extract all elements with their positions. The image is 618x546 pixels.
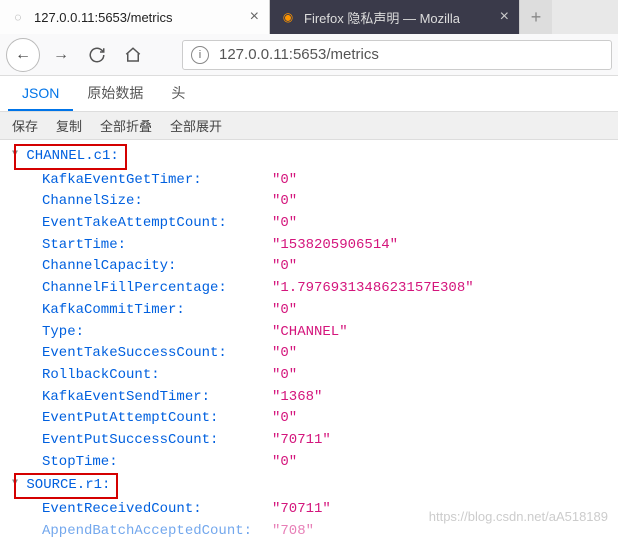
back-button[interactable]: ←: [6, 38, 40, 72]
json-value: "1368": [272, 387, 322, 409]
browser-tab-active[interactable]: ◌ 127.0.0.11:5653/metrics ×: [0, 0, 270, 34]
tab-raw-data[interactable]: 原始数据: [73, 75, 157, 113]
json-key: EventPutAttemptCount:: [42, 408, 272, 430]
json-value: "CHANNEL": [272, 322, 348, 344]
json-key: KafkaEventGetTimer:: [42, 170, 272, 192]
forward-button[interactable]: →: [46, 40, 76, 70]
json-property-row[interactable]: KafkaEventGetTimer:"0": [0, 170, 618, 192]
json-property-row[interactable]: StartTime:"1538205906514": [0, 235, 618, 257]
json-value: "0": [272, 408, 297, 430]
tab-json[interactable]: JSON: [8, 77, 73, 111]
nav-toolbar: ← → i 127.0.0.11:5653/metrics: [0, 34, 618, 76]
json-key: RollbackCount:: [42, 365, 272, 387]
json-key: StopTime:: [42, 452, 272, 474]
collapse-all-button[interactable]: 全部折叠: [96, 113, 156, 138]
json-value: "0": [272, 170, 297, 192]
json-property-row[interactable]: ChannelCapacity:"0": [0, 256, 618, 278]
page-favicon: ◉: [280, 9, 296, 25]
expand-all-button[interactable]: 全部展开: [166, 113, 226, 138]
tab-headers[interactable]: 头: [157, 75, 199, 113]
json-key: KafkaCommitTimer:: [42, 300, 272, 322]
json-key: EventTakeAttemptCount:: [42, 213, 272, 235]
json-viewer: ▼ CHANNEL.c1:KafkaEventGetTimer:"0"Chann…: [0, 140, 618, 546]
json-key: Type:: [42, 322, 272, 344]
json-property-row[interactable]: EventTakeSuccessCount:"0": [0, 343, 618, 365]
json-property-row[interactable]: EventPutAttemptCount:"0": [0, 408, 618, 430]
json-property-row[interactable]: StopTime:"0": [0, 452, 618, 474]
save-button[interactable]: 保存: [8, 113, 42, 138]
json-value: "0": [272, 343, 297, 365]
json-property-row[interactable]: ChannelSize:"0": [0, 191, 618, 213]
json-section-header[interactable]: ▼ SOURCE.r1:: [0, 473, 618, 499]
json-property-row[interactable]: KafkaCommitTimer:"0": [0, 300, 618, 322]
json-property-row[interactable]: Type:"CHANNEL": [0, 322, 618, 344]
json-property-row[interactable]: EventTakeAttemptCount:"0": [0, 213, 618, 235]
reload-button[interactable]: [82, 40, 112, 70]
json-value: "0": [272, 256, 297, 278]
json-value: "0": [272, 213, 297, 235]
json-section-header[interactable]: ▼ CHANNEL.c1:: [0, 144, 618, 170]
json-key: ChannelSize:: [42, 191, 272, 213]
tab-title: 127.0.0.11:5653/metrics: [34, 10, 242, 25]
close-icon[interactable]: ×: [250, 8, 259, 26]
action-bar: 保存 复制 全部折叠 全部展开: [0, 112, 618, 140]
json-property-row[interactable]: RollbackCount:"0": [0, 365, 618, 387]
tab-strip: ◌ 127.0.0.11:5653/metrics × ◉ Firefox 隐私…: [0, 0, 618, 34]
reload-icon: [88, 46, 106, 64]
json-value: "1.7976931348623157E308": [272, 278, 474, 300]
json-key: EventTakeSuccessCount:: [42, 343, 272, 365]
json-property-row[interactable]: EventReceivedCount:"70711": [0, 499, 618, 521]
site-info-icon[interactable]: i: [191, 46, 209, 64]
home-icon: [124, 46, 142, 64]
json-property-row[interactable]: KafkaEventSendTimer:"1368": [0, 387, 618, 409]
json-key: AppendBatchAcceptedCount:: [42, 521, 272, 543]
json-key: CHANNEL.c1:: [18, 144, 127, 170]
browser-tab-inactive[interactable]: ◉ Firefox 隐私声明 — Mozilla ×: [270, 0, 520, 34]
tab-title: Firefox 隐私声明 — Mozilla: [304, 8, 492, 27]
new-tab-button[interactable]: +: [520, 0, 552, 34]
url-text: 127.0.0.11:5653/metrics: [219, 46, 603, 63]
json-value: "70711": [272, 499, 331, 521]
page-favicon: ◌: [10, 9, 26, 25]
close-icon[interactable]: ×: [500, 8, 509, 26]
copy-button[interactable]: 复制: [52, 113, 86, 138]
json-key: StartTime:: [42, 235, 272, 257]
url-bar[interactable]: i 127.0.0.11:5653/metrics: [182, 40, 612, 70]
json-property-row[interactable]: EventPutSuccessCount:"70711": [0, 430, 618, 452]
json-value: "0": [272, 300, 297, 322]
highlight-annotation: SOURCE.r1:: [14, 473, 118, 499]
json-key: EventReceivedCount:: [42, 499, 272, 521]
json-value: "0": [272, 365, 297, 387]
json-value: "0": [272, 452, 297, 474]
json-key: ChannelFillPercentage:: [42, 278, 272, 300]
json-key: ChannelCapacity:: [42, 256, 272, 278]
highlight-annotation: CHANNEL.c1:: [14, 144, 127, 170]
json-property-row[interactable]: ChannelFillPercentage:"1.797693134862315…: [0, 278, 618, 300]
json-key: SOURCE.r1:: [18, 473, 118, 499]
json-value: "1538205906514": [272, 235, 398, 257]
json-value: "708": [272, 521, 314, 543]
json-value: "70711": [272, 430, 331, 452]
json-value: "0": [272, 191, 297, 213]
json-key: KafkaEventSendTimer:: [42, 387, 272, 409]
home-button[interactable]: [118, 40, 148, 70]
viewer-tabs: JSON 原始数据 头: [0, 76, 618, 112]
json-key: EventPutSuccessCount:: [42, 430, 272, 452]
json-property-row[interactable]: AppendBatchAcceptedCount:"708": [0, 521, 618, 543]
